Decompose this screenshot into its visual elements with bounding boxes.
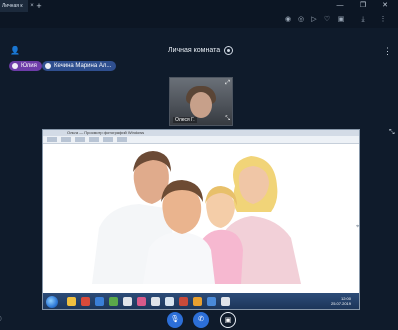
collapse-icon[interactable]: ⤡ [389, 129, 395, 137]
family-photo-illustration [87, 146, 317, 284]
app-icon [207, 297, 216, 306]
maximize-button[interactable]: ❐ [355, 0, 371, 12]
shared-clock: 12:00 25.07.2019 [331, 296, 351, 306]
participant-label: Олеся Г. [173, 117, 197, 123]
app-icon [193, 297, 202, 306]
participant-name: Кечина Марина Ал... [54, 63, 112, 69]
app-icon [221, 297, 230, 306]
browser-icon [95, 297, 104, 306]
expand-icon[interactable]: ⤢ [225, 80, 230, 87]
cube-icon[interactable]: ▣ [336, 15, 346, 25]
start-button-icon [46, 296, 58, 308]
browser-tab[interactable]: Личная к [0, 0, 28, 12]
shared-clock-date: 25.07.2019 [330, 301, 351, 306]
media-icon [81, 297, 90, 306]
app-icon [123, 297, 132, 306]
target-icon[interactable]: ◎ [296, 15, 306, 25]
shared-taskbar: 12:00 25.07.2019 [43, 293, 359, 309]
call-controls: 🎙 ✆ ▣ [0, 310, 398, 330]
screen-share-icon: ▣ [224, 317, 232, 324]
microphone-icon: 🎙 [170, 316, 180, 323]
folder-icon [67, 297, 76, 306]
menu-icon[interactable]: ⋮ [378, 15, 388, 25]
record-icon[interactable] [224, 46, 233, 55]
camera-icon[interactable]: ◉ [283, 15, 293, 25]
microphone-icon [12, 63, 18, 69]
pointer-icon: ⌖ [356, 224, 360, 230]
participant-chip[interactable]: Кечина Марина Ал... [42, 61, 117, 71]
browser-tab-title: Личная к [2, 3, 23, 9]
minimize-button[interactable]: — [332, 0, 348, 12]
more-options-icon[interactable]: ⋮ [383, 45, 392, 57]
user-icon[interactable]: 👤 [10, 46, 20, 56]
family-photo [87, 146, 317, 284]
microphone-icon [45, 63, 51, 69]
end-call-button[interactable]: ✆ [193, 312, 209, 328]
fullscreen-icon[interactable]: ⤡ [225, 116, 230, 123]
browser-toolbar: ◉ ◎ ▷ ♡ ▣ ⤓ ⋮ [0, 12, 398, 28]
new-tab-button[interactable]: + [34, 0, 44, 12]
participant-chip[interactable]: Юлия [9, 61, 42, 71]
participant-name: Юлия [21, 63, 37, 69]
microphone-button[interactable]: 🎙 [167, 312, 183, 328]
heart-icon[interactable]: ♡ [322, 15, 332, 25]
app-icon [137, 297, 146, 306]
app-icon [179, 297, 188, 306]
participant-face [190, 92, 212, 118]
app-icon [165, 297, 174, 306]
shared-screen[interactable]: Ольга — Просмотр фотографий Windows 12:0… [42, 129, 360, 310]
participant-video-thumbnail[interactable]: ⤢ ⤡ Олеся Г. [169, 77, 233, 126]
send-icon[interactable]: ▷ [309, 15, 319, 25]
window-close-button[interactable]: ✕ [377, 0, 393, 12]
app-icon [151, 297, 160, 306]
shared-window-menu [43, 136, 359, 144]
phone-icon: ✆ [198, 316, 204, 323]
app-icon [109, 297, 118, 306]
download-icon[interactable]: ⤓ [358, 15, 368, 25]
room-title: Личная комната [168, 47, 221, 54]
browser-tab-bar: Личная к × + — ❐ ✕ [0, 0, 398, 12]
screen-share-button[interactable]: ▣ [220, 312, 236, 328]
